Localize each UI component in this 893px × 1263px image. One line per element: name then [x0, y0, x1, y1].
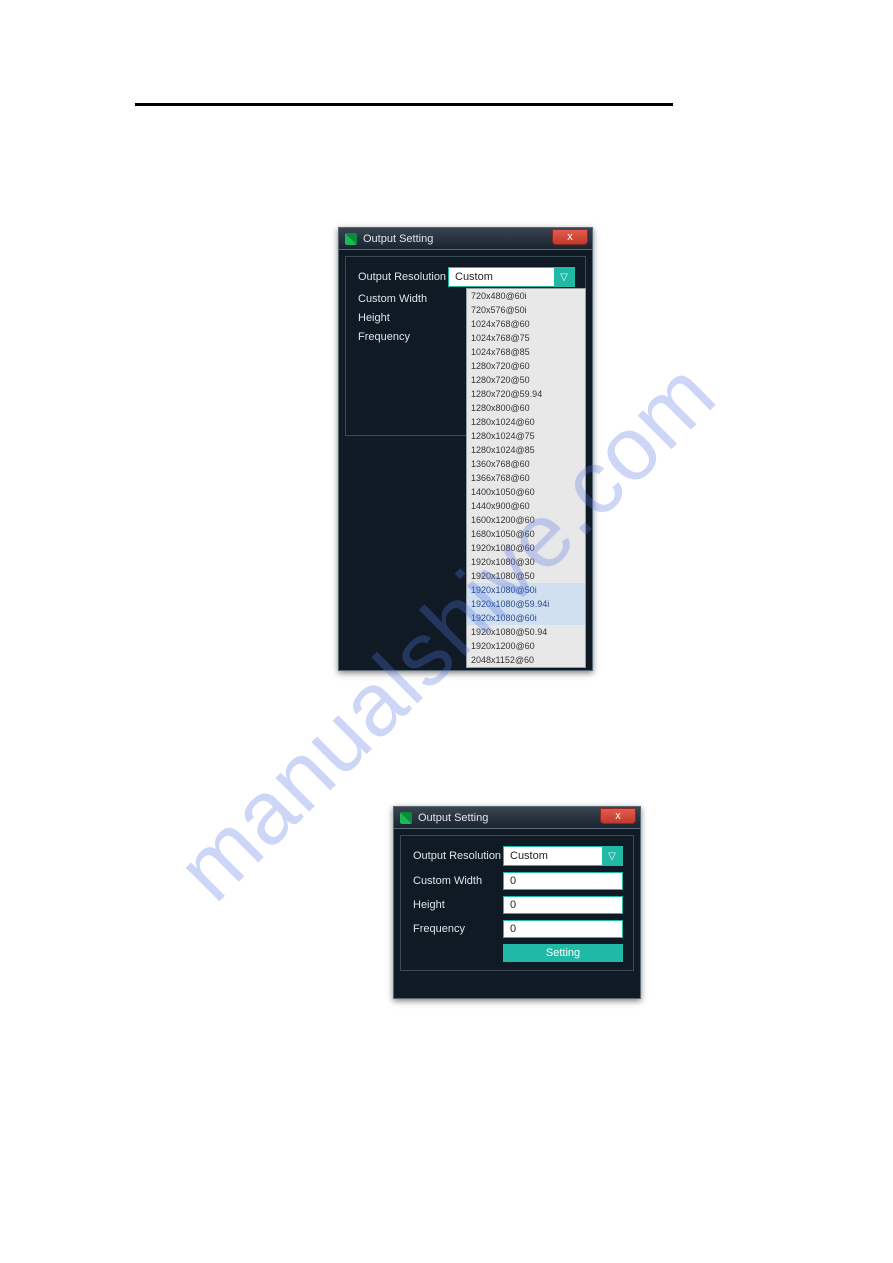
output-resolution-label: Output Resolution: [358, 271, 448, 284]
titlebar[interactable]: Output Setting x: [339, 228, 592, 250]
chevron-down-icon[interactable]: ▽: [602, 847, 622, 865]
output-setting-dialog-custom: Output Setting x Output Resolution Custo…: [393, 806, 641, 999]
resolution-dropdown[interactable]: 720x480@60i720x576@50i1024x768@601024x76…: [466, 288, 586, 668]
height-label: Height: [413, 899, 503, 912]
output-resolution-combo[interactable]: Custom ▽: [503, 846, 623, 866]
setting-button[interactable]: Setting: [503, 944, 623, 962]
resolution-option[interactable]: 1920x1080@60: [467, 541, 585, 555]
frequency-input[interactable]: 0: [503, 920, 623, 938]
titlebar[interactable]: Output Setting x: [394, 807, 640, 829]
resolution-option[interactable]: 1280x720@60: [467, 359, 585, 373]
app-icon: [400, 812, 412, 824]
output-resolution-label: Output Resolution: [413, 850, 503, 863]
combo-value: Custom: [504, 850, 602, 862]
resolution-option[interactable]: 2048x1152@60: [467, 653, 585, 667]
resolution-option[interactable]: 1920x1200@60: [467, 639, 585, 653]
resolution-option[interactable]: 1280x800@60: [467, 401, 585, 415]
form-panel: Output Resolution Custom ▽ Custom Width …: [400, 835, 634, 971]
output-setting-dialog-open: Output Setting x Output Resolution Custo…: [338, 227, 593, 671]
close-button[interactable]: x: [552, 229, 588, 245]
dialog-title: Output Setting: [418, 812, 488, 824]
frequency-label: Frequency: [358, 331, 448, 344]
resolution-option[interactable]: 1280x1024@60: [467, 415, 585, 429]
custom-width-label: Custom Width: [413, 875, 503, 888]
resolution-option[interactable]: 2560x816@60: [467, 667, 585, 668]
resolution-option[interactable]: 1400x1050@60: [467, 485, 585, 499]
resolution-option[interactable]: 1920x1080@30: [467, 555, 585, 569]
resolution-option[interactable]: 1280x720@59.94: [467, 387, 585, 401]
resolution-option[interactable]: 720x480@60i: [467, 289, 585, 303]
dialog-title: Output Setting: [363, 233, 433, 245]
resolution-option[interactable]: 1920x1080@59.94i: [467, 597, 585, 611]
resolution-option[interactable]: 1440x900@60: [467, 499, 585, 513]
resolution-option[interactable]: 1360x768@60: [467, 457, 585, 471]
frequency-label: Frequency: [413, 923, 503, 936]
app-icon: [345, 233, 357, 245]
horizontal-rule: [135, 103, 673, 106]
resolution-option[interactable]: 1920x1080@50.94: [467, 625, 585, 639]
custom-width-label: Custom Width: [358, 293, 448, 306]
close-button[interactable]: x: [600, 808, 636, 824]
combo-value: Custom: [449, 271, 554, 283]
chevron-down-icon[interactable]: ▽: [554, 268, 574, 286]
height-input[interactable]: 0: [503, 896, 623, 914]
resolution-option[interactable]: 1280x1024@85: [467, 443, 585, 457]
output-resolution-combo[interactable]: Custom ▽: [448, 267, 575, 287]
resolution-option[interactable]: 1680x1050@60: [467, 527, 585, 541]
height-label: Height: [358, 312, 448, 325]
width-input[interactable]: 0: [503, 872, 623, 890]
resolution-option[interactable]: 720x576@50i: [467, 303, 585, 317]
resolution-option[interactable]: 1280x720@50: [467, 373, 585, 387]
resolution-option[interactable]: 1024x768@75: [467, 331, 585, 345]
resolution-option[interactable]: 1024x768@85: [467, 345, 585, 359]
resolution-option[interactable]: 1280x1024@75: [467, 429, 585, 443]
resolution-option[interactable]: 1920x1080@50: [467, 569, 585, 583]
resolution-option[interactable]: 1024x768@60: [467, 317, 585, 331]
resolution-option[interactable]: 1920x1080@60i: [467, 611, 585, 625]
resolution-option[interactable]: 1600x1200@60: [467, 513, 585, 527]
resolution-option[interactable]: 1920x1080@50i: [467, 583, 585, 597]
resolution-option[interactable]: 1366x768@60: [467, 471, 585, 485]
